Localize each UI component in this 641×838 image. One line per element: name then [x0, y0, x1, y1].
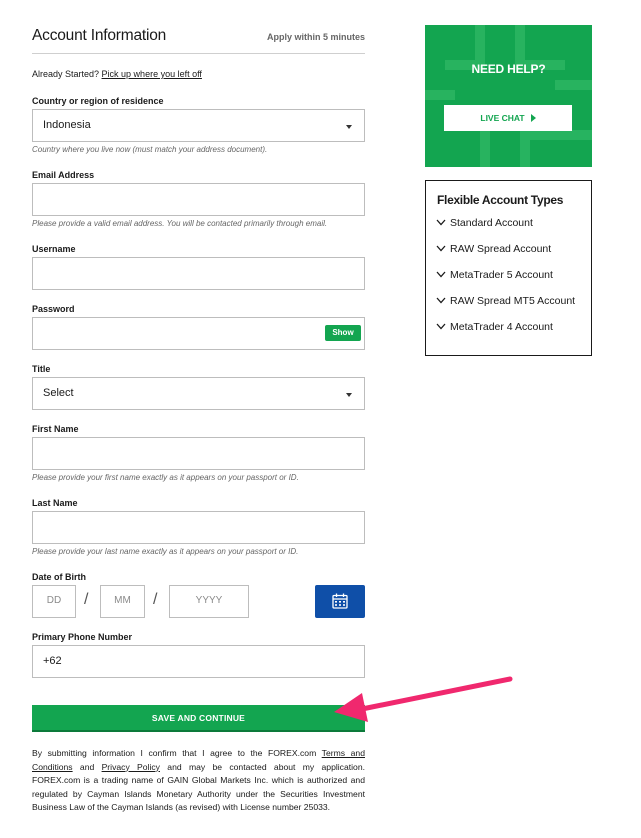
username-field[interactable]	[32, 257, 365, 290]
legal-disclaimer: By submitting information I confirm that…	[32, 747, 365, 815]
privacy-policy-link[interactable]: Privacy Policy	[102, 762, 160, 772]
country-select-value: Indonesia	[43, 119, 91, 131]
caret-down-icon	[346, 393, 352, 397]
phone-label: Primary Phone Number	[32, 632, 133, 642]
legal-text-part2: and	[72, 761, 102, 772]
title-select-value: Select	[43, 387, 74, 399]
dob-day-input[interactable]: DD	[32, 585, 76, 618]
last-name-hint: Please provide your last name exactly as…	[32, 547, 299, 556]
need-help-panel: NEED HELP? LIVE CHAT	[425, 25, 592, 167]
caret-down-icon	[346, 125, 352, 129]
need-help-title: NEED HELP?	[471, 62, 546, 76]
phone-field[interactable]: +62	[32, 645, 365, 678]
account-type-item[interactable]: MetaTrader 5 Account	[436, 269, 553, 281]
first-name-field[interactable]	[32, 437, 365, 470]
account-type-label: Standard Account	[450, 217, 533, 229]
apply-time-note: Apply within 5 minutes	[267, 32, 365, 42]
apply-time-value: 5 minutes	[322, 32, 365, 42]
password-field[interactable]: Show	[32, 317, 365, 350]
chevron-down-icon	[436, 297, 446, 304]
title-select[interactable]: Select	[32, 377, 365, 410]
last-name-label: Last Name	[32, 498, 78, 508]
account-type-item[interactable]: MetaTrader 4 Account	[436, 321, 553, 333]
calendar-icon	[332, 593, 348, 609]
form-header: Account Information Apply within 5 minut…	[32, 27, 365, 54]
live-chat-label: LIVE CHAT	[480, 113, 525, 123]
account-types-panel: Flexible Account Types Standard Account …	[425, 180, 592, 356]
password-label: Password	[32, 304, 75, 314]
resume-application-link[interactable]: Pick up where you left off	[102, 69, 202, 79]
calendar-button[interactable]	[315, 585, 365, 618]
country-select[interactable]: Indonesia	[32, 109, 365, 142]
last-name-field[interactable]	[32, 511, 365, 544]
show-password-button[interactable]: Show	[325, 325, 361, 341]
first-name-label: First Name	[32, 424, 79, 434]
chevron-down-icon	[436, 219, 446, 226]
chevron-down-icon	[436, 271, 446, 278]
dob-month-input[interactable]: MM	[100, 585, 145, 618]
account-type-item[interactable]: Standard Account	[436, 217, 533, 229]
email-label: Email Address	[32, 170, 95, 180]
account-type-label: MetaTrader 5 Account	[450, 269, 553, 281]
dob-separator: /	[153, 591, 158, 608]
live-chat-button[interactable]: LIVE CHAT	[444, 105, 572, 131]
phone-field-value: +62	[43, 655, 62, 667]
play-arrow-icon	[530, 114, 536, 122]
dob-month-placeholder: MM	[114, 595, 131, 606]
account-type-label: RAW Spread MT5 Account	[450, 295, 576, 307]
account-type-item[interactable]: RAW Spread MT5 Account	[436, 295, 575, 307]
account-type-label: RAW Spread Account	[450, 243, 552, 255]
page-title: Account Information	[32, 27, 167, 44]
username-label: Username	[32, 244, 76, 254]
decorative-pattern-icon	[425, 25, 592, 167]
dob-label: Date of Birth	[32, 572, 86, 582]
country-label: Country or region of residence	[32, 96, 164, 106]
title-label: Title	[32, 364, 51, 374]
account-type-item[interactable]: RAW Spread Account	[436, 243, 551, 255]
chevron-down-icon	[436, 323, 446, 330]
already-started-text: Already Started?	[32, 69, 102, 79]
dob-day-placeholder: DD	[46, 595, 62, 606]
email-hint: Please provide a valid email address. Yo…	[32, 219, 328, 228]
legal-text-part1: By submitting information I confirm that…	[32, 748, 322, 758]
chevron-down-icon	[436, 245, 446, 252]
save-and-continue-button[interactable]: SAVE AND CONTINUE	[32, 705, 365, 732]
dob-year-input[interactable]: YYYY	[169, 585, 249, 618]
dob-separator: /	[84, 591, 89, 608]
apply-time-prefix: Apply within	[266, 32, 323, 42]
account-type-label: MetaTrader 4 Account	[450, 321, 553, 333]
first-name-hint: Please provide your first name exactly a…	[32, 473, 299, 482]
dob-year-placeholder: YYYY	[195, 595, 223, 606]
account-types-title: Flexible Account Types	[437, 193, 564, 207]
country-hint: Country where you live now (must match y…	[32, 145, 268, 154]
already-started: Already Started? Pick up where you left …	[32, 69, 202, 79]
email-field[interactable]	[32, 183, 365, 216]
